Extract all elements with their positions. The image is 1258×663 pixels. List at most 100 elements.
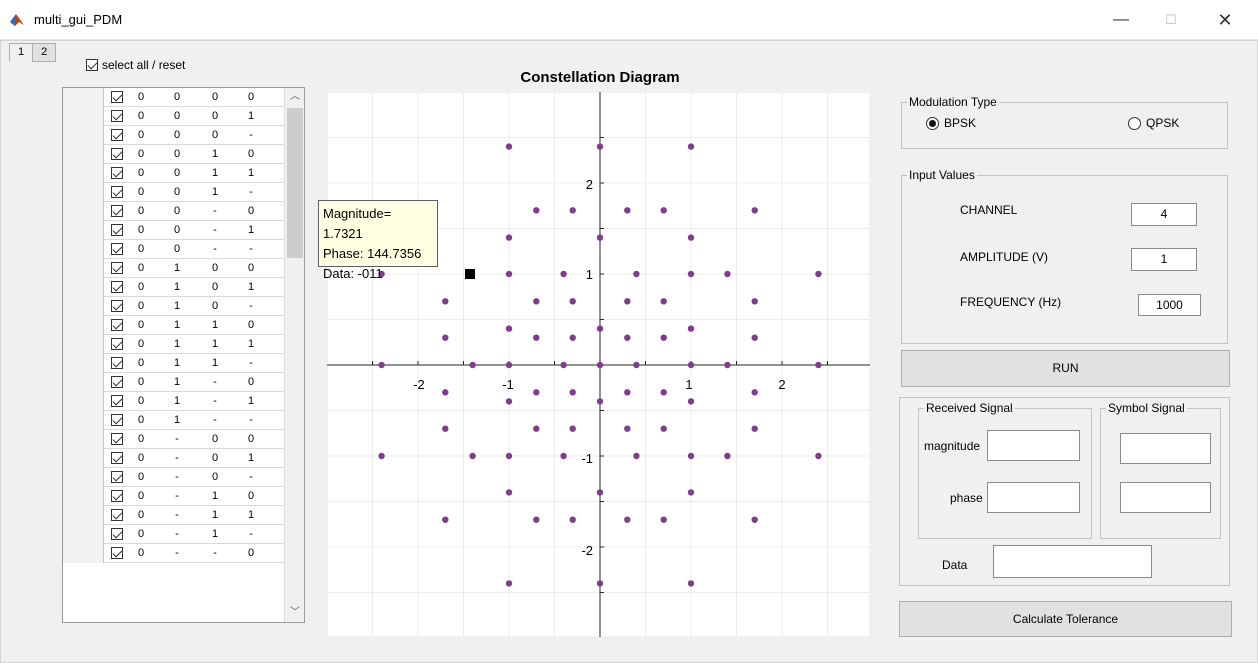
table-cell[interactable]: 1	[207, 319, 223, 331]
table-cell[interactable]: 1	[207, 167, 223, 179]
tab-1[interactable]: 1	[9, 43, 34, 62]
row-header[interactable]	[63, 411, 104, 430]
row-header[interactable]	[63, 373, 104, 392]
table-cell[interactable]: 1	[169, 338, 185, 350]
table-cell[interactable]: 0	[243, 433, 259, 445]
constellation-point[interactable]	[751, 298, 758, 305]
table-scrollbar[interactable]: ︿ ﹀	[284, 88, 304, 622]
row-header[interactable]	[63, 297, 104, 316]
row-checkbox-icon[interactable]	[111, 110, 123, 122]
row-checkbox-icon[interactable]	[111, 357, 123, 369]
qpsk-radio[interactable]: QPSK	[1128, 116, 1179, 130]
channel-input[interactable]: 4	[1131, 203, 1197, 226]
table-cell[interactable]: 0	[133, 148, 149, 160]
table-cell[interactable]: 1	[169, 414, 185, 426]
table-row[interactable]: 0 - 0 1	[63, 449, 284, 468]
table-cell[interactable]: 1	[243, 167, 259, 179]
table-cell[interactable]: 1	[169, 395, 185, 407]
row-checkbox-icon[interactable]	[111, 547, 123, 559]
table-row[interactable]: 0 0 0 0	[63, 88, 284, 107]
table-cell[interactable]: 0	[133, 433, 149, 445]
constellation-point[interactable]	[442, 298, 449, 305]
row-checkbox-icon[interactable]	[111, 224, 123, 236]
row-header[interactable]	[63, 278, 104, 297]
table-cell[interactable]: 1	[243, 509, 259, 521]
table-cell[interactable]: 0	[133, 129, 149, 141]
table-row[interactable]: 0 0 - -	[63, 240, 284, 259]
row-checkbox-icon[interactable]	[111, 452, 123, 464]
constellation-point[interactable]	[624, 298, 631, 305]
table-cell[interactable]: 1	[243, 452, 259, 464]
symbol-output-2[interactable]	[1120, 482, 1211, 513]
constellation-point[interactable]	[533, 207, 540, 214]
constellation-point[interactable]	[596, 398, 604, 405]
table-cell[interactable]: -	[169, 509, 185, 521]
constellation-point[interactable]	[569, 207, 576, 214]
constellation-point[interactable]	[687, 452, 695, 460]
constellation-point[interactable]	[751, 334, 758, 341]
constellation-point[interactable]	[633, 361, 640, 369]
maximize-button[interactable]: ☐	[1148, 6, 1194, 34]
table-row[interactable]: 0 1 - -	[63, 411, 284, 430]
row-header[interactable]	[63, 221, 104, 240]
table-row[interactable]: 0 - - 0	[63, 544, 284, 563]
constellation-point[interactable]	[469, 361, 476, 369]
row-header[interactable]	[63, 316, 104, 335]
table-cell[interactable]: 0	[243, 262, 259, 274]
row-header[interactable]	[63, 240, 104, 259]
table-cell[interactable]: -	[207, 414, 223, 426]
table-row[interactable]: 0 0 - 1	[63, 221, 284, 240]
table-cell[interactable]: -	[207, 243, 223, 255]
phase-output[interactable]	[987, 482, 1080, 513]
row-checkbox-icon[interactable]	[111, 148, 123, 160]
constellation-point[interactable]	[442, 425, 449, 432]
table-cell[interactable]: 0	[169, 243, 185, 255]
row-header[interactable]	[63, 335, 104, 354]
row-checkbox-icon[interactable]	[111, 490, 123, 502]
table-cell[interactable]: -	[243, 186, 259, 198]
row-checkbox-icon[interactable]	[111, 414, 123, 426]
minimize-button[interactable]: —	[1098, 6, 1144, 34]
row-checkbox-icon[interactable]	[111, 186, 123, 198]
row-header[interactable]	[63, 183, 104, 202]
constellation-point[interactable]	[660, 298, 667, 305]
calculate-tolerance-button[interactable]: Calculate Tolerance	[899, 601, 1232, 637]
table-cell[interactable]: 1	[169, 262, 185, 274]
row-checkbox-icon[interactable]	[111, 509, 123, 521]
bpsk-radio[interactable]: BPSK	[926, 116, 976, 130]
table-cell[interactable]: -	[207, 224, 223, 236]
table-row[interactable]: 0 - 0 0	[63, 430, 284, 449]
constellation-point[interactable]	[505, 580, 513, 587]
table-cell[interactable]: 1	[207, 357, 223, 369]
table-cell[interactable]: -	[207, 395, 223, 407]
constellation-point[interactable]	[724, 361, 731, 369]
constellation-point[interactable]	[505, 234, 513, 241]
table-cell[interactable]: 0	[133, 357, 149, 369]
table-cell[interactable]: 1	[243, 224, 259, 236]
row-checkbox-icon[interactable]	[111, 528, 123, 540]
table-cell[interactable]: 0	[169, 91, 185, 103]
table-row[interactable]: 0 - 1 -	[63, 525, 284, 544]
table-cell[interactable]: 0	[133, 319, 149, 331]
constellation-point[interactable]	[624, 389, 631, 396]
table-cell[interactable]: -	[207, 205, 223, 217]
table-cell[interactable]: 0	[133, 452, 149, 464]
row-header[interactable]	[63, 468, 104, 487]
table-cell[interactable]: 0	[133, 186, 149, 198]
row-header[interactable]	[63, 259, 104, 278]
table-cell[interactable]: 1	[207, 186, 223, 198]
table-cell[interactable]: 1	[169, 357, 185, 369]
table-cell[interactable]: 1	[207, 528, 223, 540]
constellation-point[interactable]	[569, 298, 576, 305]
constellation-point[interactable]	[751, 389, 758, 396]
table-cell[interactable]: 0	[133, 205, 149, 217]
row-checkbox-icon[interactable]	[111, 376, 123, 388]
table-cell[interactable]: 0	[133, 414, 149, 426]
table-cell[interactable]: 0	[133, 471, 149, 483]
constellation-point[interactable]	[724, 452, 731, 460]
constellation-point[interactable]	[505, 489, 513, 496]
constellation-point[interactable]	[569, 389, 576, 396]
constellation-point[interactable]	[533, 298, 540, 305]
data-output[interactable]	[993, 545, 1152, 578]
table-cell[interactable]: -	[243, 471, 259, 483]
